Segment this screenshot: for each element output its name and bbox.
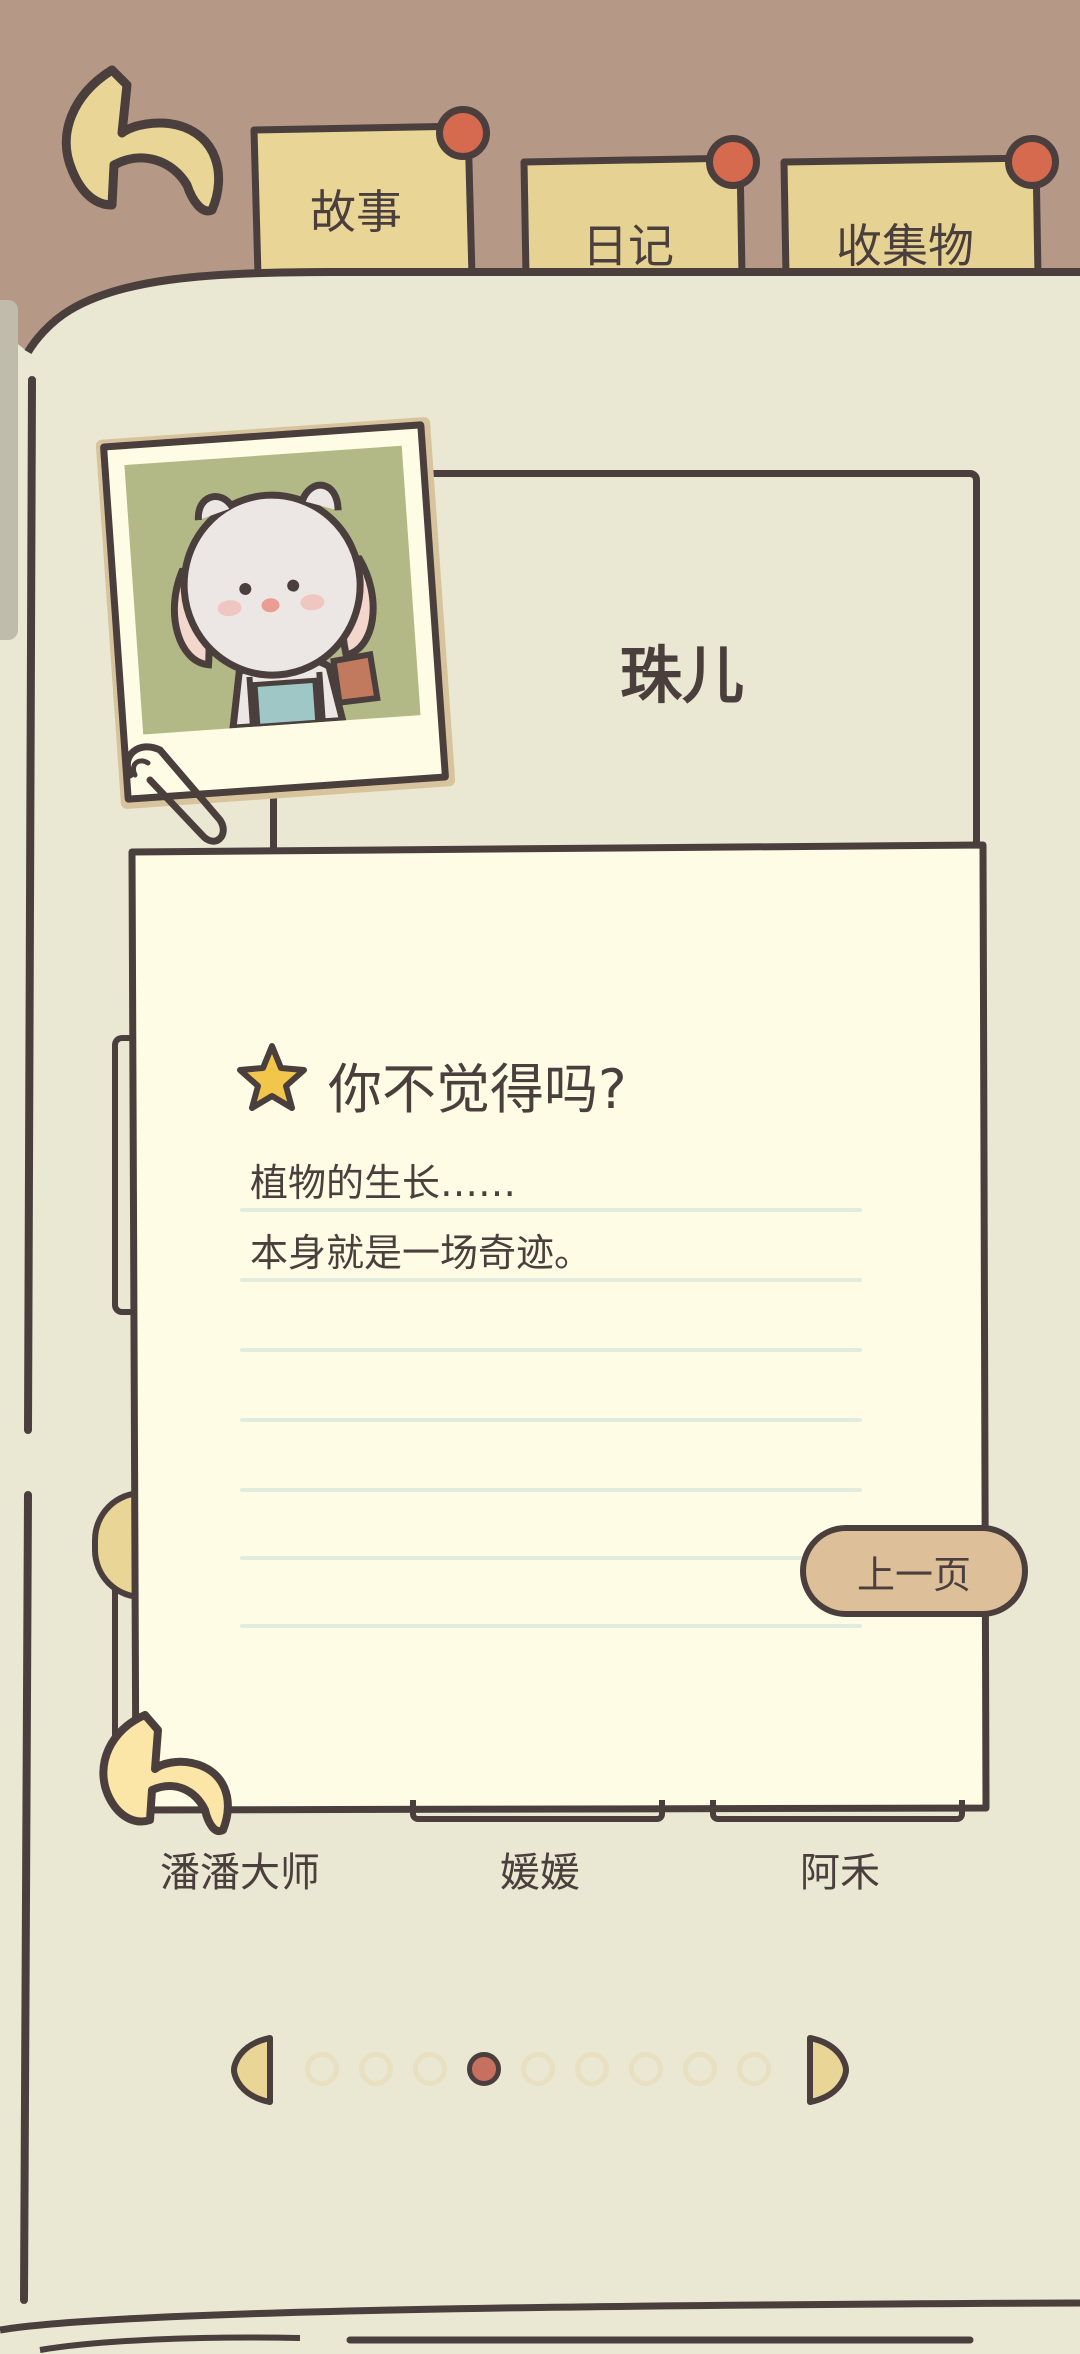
card-bottom-edge-3	[710, 1800, 965, 1822]
chevron-left-icon	[231, 2035, 273, 2105]
pagination-prev-button[interactable]	[230, 2034, 276, 2106]
character-card-name[interactable]: 媛媛	[410, 1840, 670, 1898]
note-card	[128, 840, 990, 1815]
character-card-name[interactable]: 阿禾	[710, 1840, 970, 1898]
paperclip-icon	[123, 743, 227, 845]
portrait-image	[124, 445, 421, 735]
page-dot[interactable]	[683, 2052, 717, 2086]
page-dot[interactable]	[413, 2052, 447, 2086]
character-card-name[interactable]: 潘潘大师	[110, 1840, 370, 1898]
note-line-2: 本身就是一场奇迹。	[250, 1231, 593, 1275]
page-dot[interactable]	[629, 2052, 663, 2086]
note-line-1: 植物的生长……	[250, 1161, 517, 1205]
page-dot[interactable]	[305, 2052, 339, 2086]
page-dot[interactable]	[737, 2052, 771, 2086]
page-dot-active[interactable]	[467, 2052, 501, 2086]
page-dot[interactable]	[575, 2052, 609, 2086]
card-bottom-edge-2	[410, 1800, 665, 1822]
ruled-line	[240, 1624, 862, 1628]
chevron-right-icon	[807, 2035, 849, 2105]
prev-page-button[interactable]: 上一页	[800, 1525, 1028, 1617]
ruled-line	[240, 1556, 862, 1560]
ruled-line	[240, 1208, 862, 1212]
pagination-next-button[interactable]	[804, 2034, 850, 2106]
star-icon	[237, 1043, 307, 1111]
note-title: 你不觉得吗?	[328, 1058, 627, 1121]
note-paper-shape	[128, 841, 990, 1814]
ruled-line	[240, 1418, 862, 1422]
character-avatar-icon	[170, 481, 381, 732]
note-close-button[interactable]	[90, 1705, 240, 1845]
ruled-line	[240, 1348, 862, 1352]
page-dot[interactable]	[359, 2052, 393, 2086]
ruled-line	[240, 1488, 862, 1492]
curl-arrow-icon	[99, 1711, 232, 1836]
ruled-line	[240, 1278, 862, 1282]
page-dot[interactable]	[521, 2052, 555, 2086]
character-name: 珠儿	[620, 639, 745, 712]
scrollbar[interactable]	[0, 300, 18, 640]
